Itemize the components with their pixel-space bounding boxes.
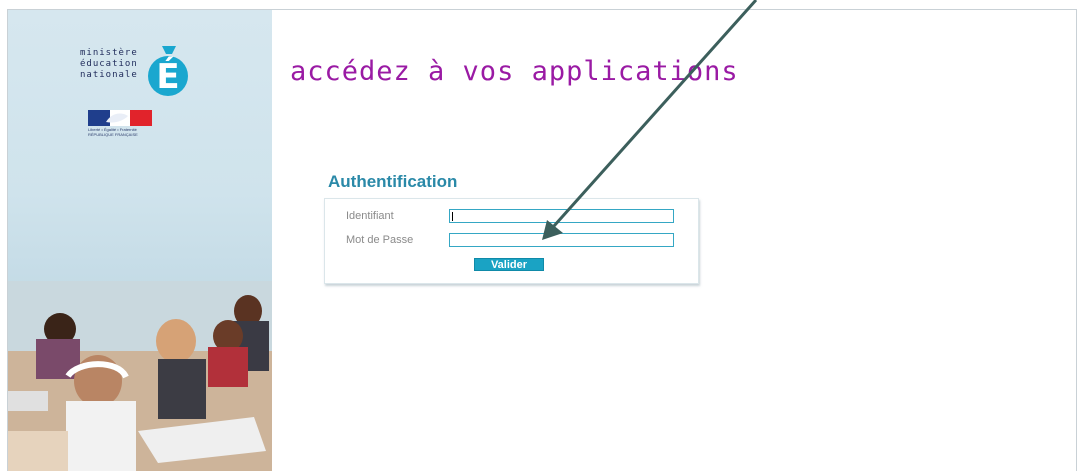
annotation-arrow-icon bbox=[542, 0, 758, 240]
